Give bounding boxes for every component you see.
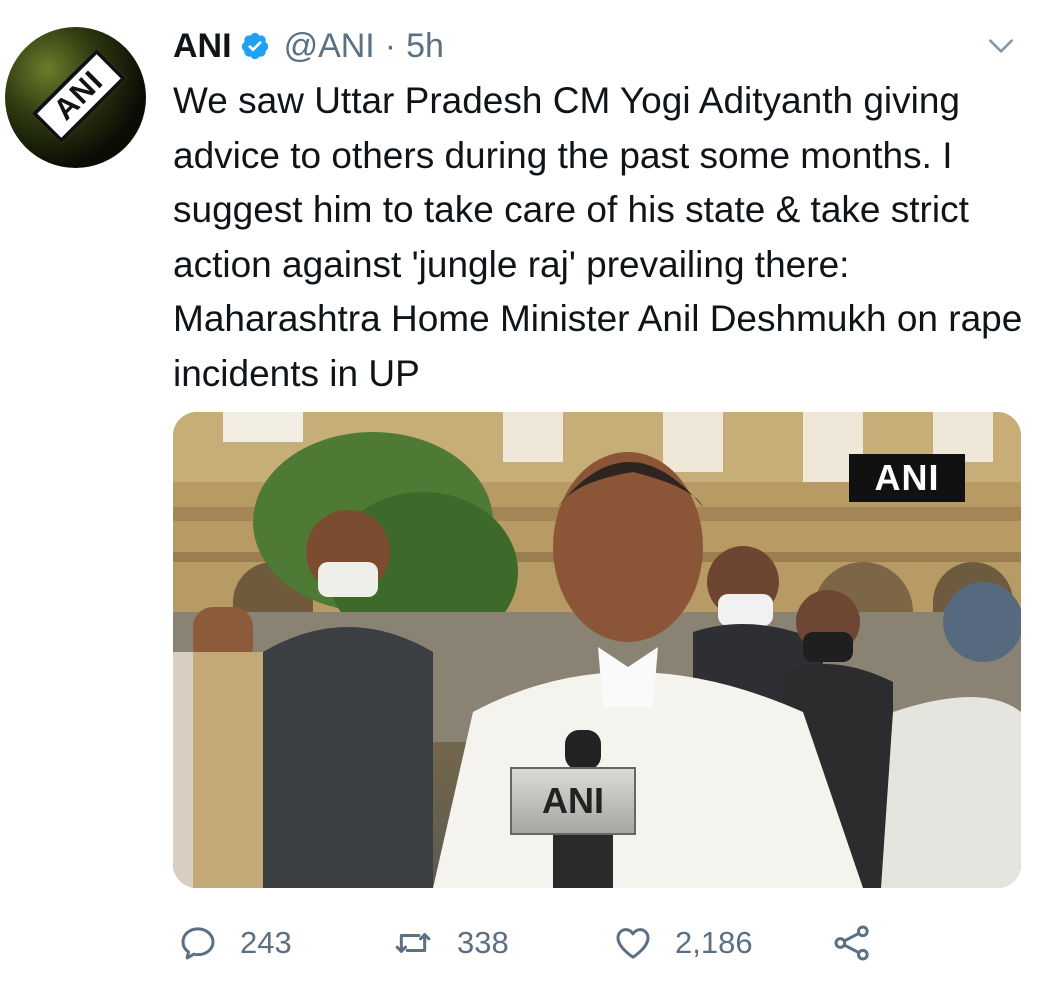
tweet-time[interactable]: 5h [406,27,444,66]
tweet-header: ANI @ANI · 5h [173,24,444,68]
verified-icon [241,32,268,60]
avatar-logo-text: ANI [47,64,110,127]
like-count: 2,186 [675,925,753,960]
reply-count: 243 [240,925,292,960]
author-name[interactable]: ANI [173,27,232,66]
chevron-down-icon[interactable] [985,30,1017,62]
avatar-logo: ANI [31,48,127,144]
retweet-icon [395,933,431,953]
like-button[interactable]: 2,186 [613,915,753,971]
tweet-text: We saw Uttar Pradesh CM Yogi Adityanth g… [173,80,1023,394]
mic-flag: ANI [510,767,636,835]
reply-icon [181,927,215,960]
author-handle[interactable]: @ANI [284,27,375,66]
retweet-count: 338 [457,925,509,960]
like-icon [616,928,650,959]
header-separator: · [384,26,397,65]
share-icon [834,925,869,961]
share-button[interactable] [832,915,894,971]
avatar[interactable]: ANI [5,27,146,168]
reply-button[interactable]: 243 [178,915,292,971]
mic-flag-text: ANI [542,780,604,821]
tweet-actions: 243 338 2,186 [0,915,1037,971]
tweet-media-image[interactable]: ANI ANI [173,412,1021,888]
retweet-button[interactable]: 338 [393,915,509,971]
